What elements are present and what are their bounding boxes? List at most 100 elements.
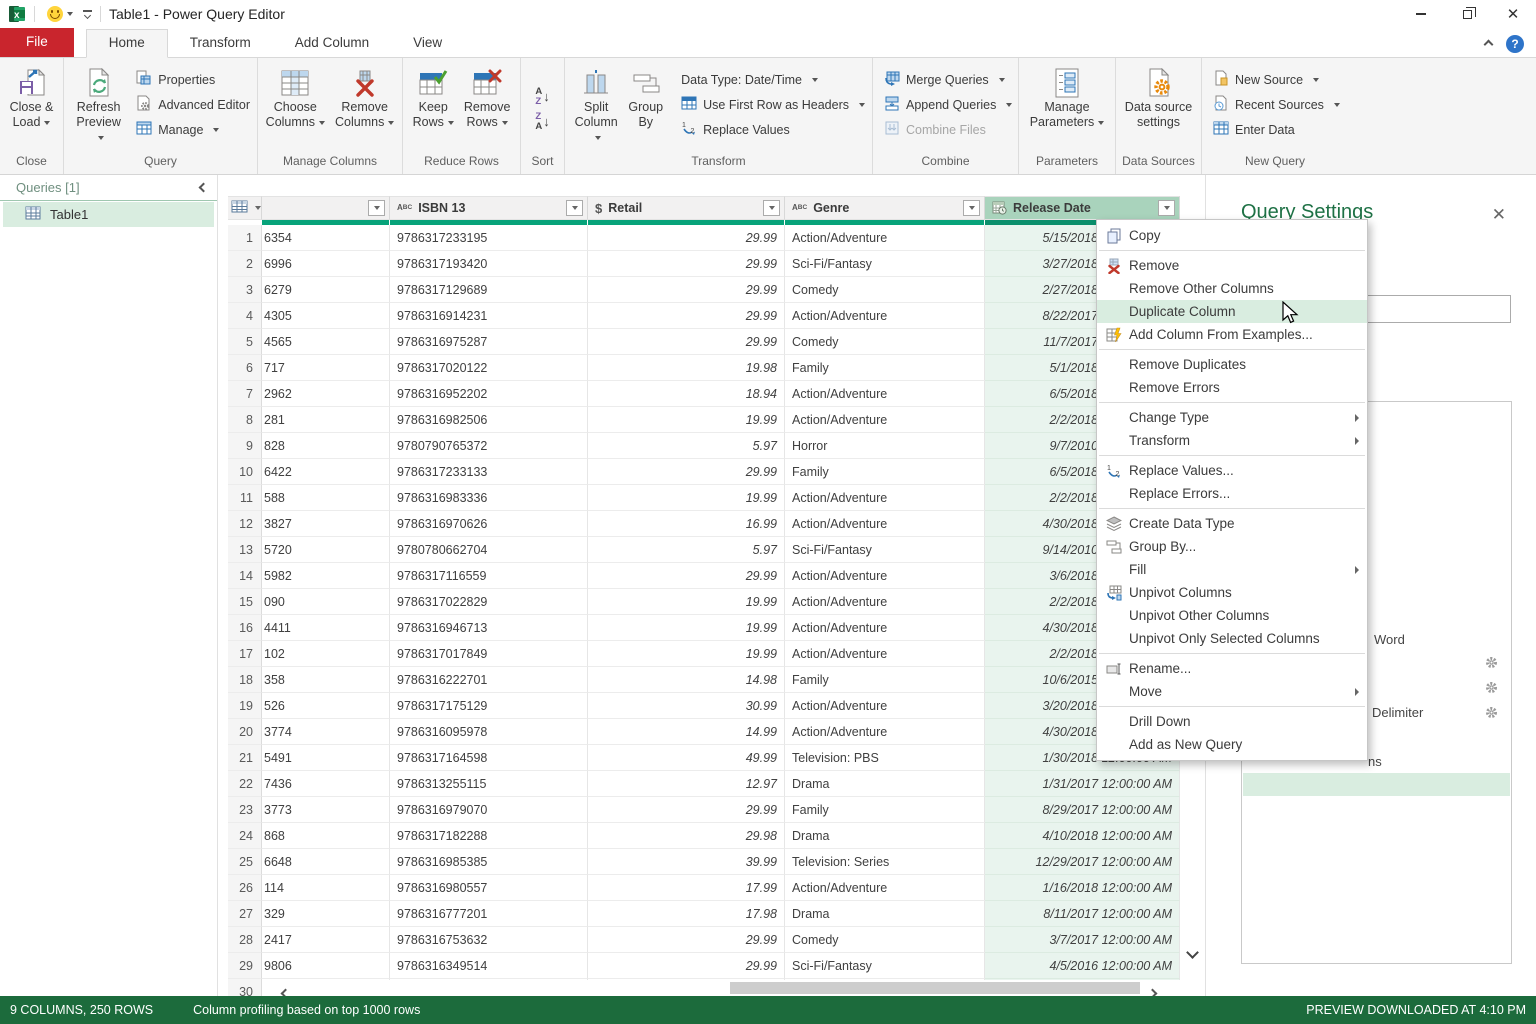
table-cell[interactable]: 1/16/2018 12:00:00 AM [985, 875, 1180, 901]
table-cell[interactable]: 9786313255115 [390, 771, 588, 797]
table-cell[interactable]: 12.97 [588, 771, 785, 797]
tab-view[interactable]: View [391, 30, 464, 57]
column-header-release-date[interactable]: Release Date [985, 196, 1180, 220]
table-cell[interactable]: 29.99 [588, 277, 785, 303]
table-cell[interactable]: 4565 [262, 329, 390, 355]
table-cell[interactable]: 9786316983336 [390, 485, 588, 511]
step-settings-gear-icon[interactable] [1485, 681, 1498, 699]
table-cell[interactable]: 12/29/2017 12:00:00 AM [985, 849, 1180, 875]
table-cell[interactable]: Action/Adventure [785, 303, 985, 329]
table-cell[interactable]: 9786317193420 [390, 251, 588, 277]
table-cell[interactable]: 281 [262, 407, 390, 433]
table-cell[interactable]: 49.99 [588, 745, 785, 771]
split-column-button[interactable]: SplitColumn [569, 63, 623, 148]
column-header-isbn-13[interactable]: ABC ISBN 13 [390, 196, 588, 220]
table-cell[interactable]: 9786316777201 [390, 901, 588, 927]
menu-item-transform[interactable]: Transform [1097, 429, 1367, 452]
table-cell[interactable]: 4/10/2018 12:00:00 AM [985, 823, 1180, 849]
table-cell[interactable]: 29.99 [588, 329, 785, 355]
menu-item-group-by[interactable]: Group By... [1097, 535, 1367, 558]
table-cell[interactable]: Action/Adventure [785, 719, 985, 745]
table-cell[interactable]: 8/29/2017 12:00:00 AM [985, 797, 1180, 823]
tab-transform[interactable]: Transform [168, 30, 273, 57]
table-cell[interactable]: 9786317182288 [390, 823, 588, 849]
table-cell[interactable]: 30.99 [588, 693, 785, 719]
table-cell[interactable]: 2962 [262, 381, 390, 407]
table-cell[interactable]: 9786316979070 [390, 797, 588, 823]
feedback-smiley-icon[interactable] [47, 6, 63, 22]
table-cell[interactable]: 19.99 [588, 485, 785, 511]
table-cell[interactable]: 8/11/2017 12:00:00 AM [985, 901, 1180, 927]
table-cell[interactable]: 9786316914231 [390, 303, 588, 329]
table-cell[interactable]: Television: PBS [785, 745, 985, 771]
enter-data-button[interactable]: Enter Data [1206, 117, 1347, 142]
applied-step-fragment[interactable]: Word [1374, 632, 1405, 647]
manage-button[interactable]: Manage [129, 117, 257, 142]
table-cell[interactable]: 4305 [262, 303, 390, 329]
smiley-dropdown-icon[interactable] [67, 12, 73, 16]
table-cell[interactable]: 868 [262, 823, 390, 849]
menu-item-replace-errors[interactable]: Replace Errors... [1097, 482, 1367, 505]
advanced-editor-button[interactable]: Advanced Editor [129, 92, 257, 117]
keep-rows-button[interactable]: KeepRows [408, 63, 459, 133]
table-cell[interactable]: Action/Adventure [785, 641, 985, 667]
query-item-table1[interactable]: Table1 [3, 202, 214, 227]
table-cell[interactable]: Action/Adventure [785, 407, 985, 433]
table-cell[interactable]: 29.99 [588, 797, 785, 823]
sort-ascending-button[interactable]: AZ ↓ [529, 84, 555, 109]
close-and-load-button[interactable]: Close &Load [5, 63, 59, 133]
menu-item-drill-down[interactable]: Drill Down [1097, 710, 1367, 733]
close-pane-icon[interactable]: ✕ [1492, 205, 1506, 225]
column-header-genre[interactable]: ABC Genre [785, 196, 985, 220]
table-cell[interactable]: 19.98 [588, 355, 785, 381]
table-cell[interactable]: 9786316982506 [390, 407, 588, 433]
table-cell[interactable]: 3/7/2017 12:00:00 AM [985, 927, 1180, 953]
menu-item-add-as-new-query[interactable]: Add as New Query [1097, 733, 1367, 756]
table-cell[interactable]: Family [785, 797, 985, 823]
table-cell[interactable]: 9786316753632 [390, 927, 588, 953]
table-cell[interactable]: Action/Adventure [785, 225, 985, 251]
table-cell[interactable]: 19.99 [588, 615, 785, 641]
table-cell[interactable]: Drama [785, 823, 985, 849]
table-cell[interactable]: 114 [262, 875, 390, 901]
filter-button[interactable] [963, 200, 980, 216]
table-cell[interactable]: Drama [785, 901, 985, 927]
merge-queries-button[interactable]: Merge Queries [877, 67, 1019, 92]
group-by-button[interactable]: GroupBy [623, 63, 668, 133]
tab-file[interactable]: File [0, 28, 74, 57]
collapse-ribbon-icon[interactable] [1484, 39, 1494, 49]
table-cell[interactable]: 9786316222701 [390, 667, 588, 693]
properties-button[interactable]: Properties [129, 67, 257, 92]
filter-button[interactable] [763, 200, 780, 216]
menu-item-add-column-from-examples[interactable]: Add Column From Examples... [1097, 323, 1367, 346]
table-cell[interactable]: 5.97 [588, 537, 785, 563]
table-cell[interactable]: Sci-Fi/Fantasy [785, 251, 985, 277]
table-cell[interactable]: 19.99 [588, 641, 785, 667]
table-cell[interactable]: 29.99 [588, 927, 785, 953]
table-cell[interactable]: 19.99 [588, 589, 785, 615]
help-icon[interactable]: ? [1506, 35, 1524, 53]
menu-item-replace-values[interactable]: 12Replace Values... [1097, 459, 1367, 482]
table-cell[interactable]: 9786317233195 [390, 225, 588, 251]
scroll-down-icon[interactable] [1188, 944, 1197, 962]
table-cell[interactable]: Action/Adventure [785, 511, 985, 537]
table-cell[interactable]: 5.97 [588, 433, 785, 459]
filter-button[interactable] [1158, 200, 1175, 216]
table-cell[interactable]: Comedy [785, 927, 985, 953]
table-cell[interactable]: 717 [262, 355, 390, 381]
scrollbar-thumb[interactable] [730, 982, 1140, 994]
table-cell[interactable]: 9786317129689 [390, 277, 588, 303]
table-cell[interactable]: 9786317020122 [390, 355, 588, 381]
menu-item-copy[interactable]: Copy [1097, 224, 1367, 247]
menu-item-remove-other-columns[interactable]: Remove Other Columns [1097, 277, 1367, 300]
table-cell[interactable]: 6996 [262, 251, 390, 277]
menu-item-unpivot-other-columns[interactable]: Unpivot Other Columns [1097, 604, 1367, 627]
menu-item-unpivot-only-selected-columns[interactable]: Unpivot Only Selected Columns [1097, 627, 1367, 650]
table-cell[interactable]: 9780780662704 [390, 537, 588, 563]
table-cell[interactable]: 9786316946713 [390, 615, 588, 641]
menu-item-remove[interactable]: Remove [1097, 254, 1367, 277]
table-cell[interactable]: 29.99 [588, 251, 785, 277]
menu-item-remove-errors[interactable]: Remove Errors [1097, 376, 1367, 399]
table-cell[interactable]: 3774 [262, 719, 390, 745]
menu-item-unpivot-columns[interactable]: Unpivot Columns [1097, 581, 1367, 604]
